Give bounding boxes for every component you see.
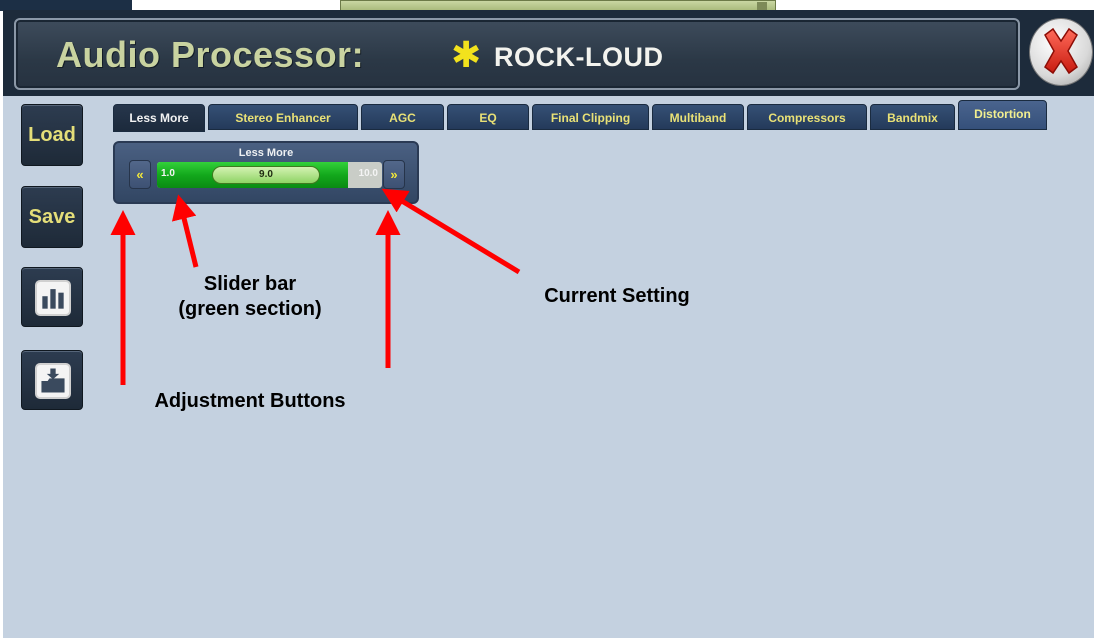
page-title: Audio Processor: xyxy=(56,34,365,75)
annotation-slider-bar: Slider bar (green section) xyxy=(150,272,350,322)
slider-title: Less More xyxy=(238,147,294,159)
tab-eq[interactable]: EQ xyxy=(447,104,529,130)
annotation-adjustment-buttons: Adjustment Buttons xyxy=(154,390,346,412)
annotation-slider-bar-line2: (green section) xyxy=(178,298,322,320)
import-button[interactable] xyxy=(21,350,83,410)
tab-compressors[interactable]: Compressors xyxy=(747,104,867,130)
tab-stereo-enhancer[interactable]: Stereo Enhancer xyxy=(208,104,358,130)
download-folder-icon xyxy=(35,363,71,399)
graph-view-button[interactable] xyxy=(21,267,83,327)
decrease-button[interactable]: « xyxy=(129,160,151,189)
preset-marker-icon: ✱ xyxy=(451,34,482,75)
tab-agc[interactable]: AGC xyxy=(361,104,444,130)
annotation-current-setting: Current Setting xyxy=(544,285,690,307)
tab-final-clipping[interactable]: Final Clipping xyxy=(532,104,649,130)
close-icon xyxy=(1044,27,1078,75)
load-button[interactable]: Load xyxy=(21,104,83,166)
slider-max-value: 10.0 xyxy=(358,168,378,179)
less-more-slider: Less More « 1.0 10.0 9.0 » xyxy=(113,141,419,204)
save-button[interactable]: Save xyxy=(21,186,83,248)
annotation-slider-bar-line1: Slider bar xyxy=(203,273,297,295)
tab-bandmix[interactable]: Bandmix xyxy=(870,104,955,130)
tab-less-more[interactable]: Less More xyxy=(113,104,205,132)
header-bar: Audio Processor: ✱ ROCK-LOUD xyxy=(14,18,1020,90)
increase-button[interactable]: » xyxy=(383,160,405,189)
slider-min-value: 1.0 xyxy=(161,168,175,179)
tab-multiband[interactable]: Multiband xyxy=(652,104,744,130)
tab-distortion[interactable]: Distortion xyxy=(958,100,1047,130)
bar-chart-icon xyxy=(35,280,71,316)
slider-track[interactable]: 1.0 10.0 9.0 xyxy=(157,162,382,188)
slider-thumb[interactable]: 9.0 xyxy=(212,166,320,184)
preset-name: ROCK-LOUD xyxy=(494,42,664,72)
close-button[interactable] xyxy=(1030,19,1092,85)
